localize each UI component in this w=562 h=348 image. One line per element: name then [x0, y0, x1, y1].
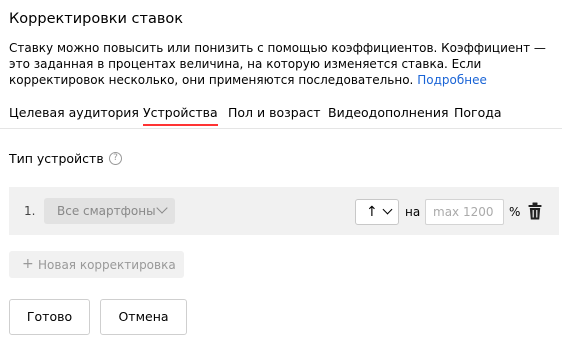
page-title: Корректировки ставок: [9, 11, 184, 27]
tab-gender-age[interactable]: Пол и возраст: [228, 104, 321, 124]
percent-sign: %: [509, 205, 521, 219]
row-index: 1.: [24, 204, 36, 218]
plus-icon: +: [22, 256, 34, 272]
add-adjustment-button[interactable]: + Новая корректировка: [9, 251, 184, 278]
done-button[interactable]: Готово: [9, 299, 90, 335]
trash-icon[interactable]: [528, 202, 542, 220]
tab-weather[interactable]: Погода: [454, 104, 502, 124]
question-circle-icon[interactable]: ?: [109, 152, 122, 165]
tabs-bar: Целевая аудитория Устройства Пол и возра…: [0, 104, 562, 129]
bid-adjustments-panel: Корректировки ставок Ставку можно повыси…: [0, 0, 562, 348]
tab-video-extensions[interactable]: Видеодополнения: [328, 104, 448, 124]
description: Ставку можно повысить или понизить с пом…: [9, 40, 557, 88]
add-adjustment-label: Новая корректировка: [38, 258, 176, 272]
chevron-down-icon: [156, 202, 168, 214]
more-link[interactable]: Подробнее: [417, 73, 487, 87]
adjustment-row: 1. Все смартфоны ↑ на %: [9, 187, 559, 235]
tab-target-audience[interactable]: Целевая аудитория: [9, 104, 139, 124]
coefficient-input[interactable]: [425, 199, 504, 225]
on-label: на: [405, 205, 421, 219]
device-select-value: Все смартфоны: [57, 204, 156, 218]
cancel-button[interactable]: Отмена: [100, 299, 187, 335]
tab-devices[interactable]: Устройства: [143, 104, 218, 126]
chevron-down-icon: [382, 204, 393, 215]
direction-select[interactable]: ↑: [355, 199, 399, 225]
section-title: Тип устройств: [9, 151, 104, 166]
arrow-up-icon: ↑: [366, 204, 378, 220]
device-type-select[interactable]: Все смартфоны: [44, 198, 175, 224]
